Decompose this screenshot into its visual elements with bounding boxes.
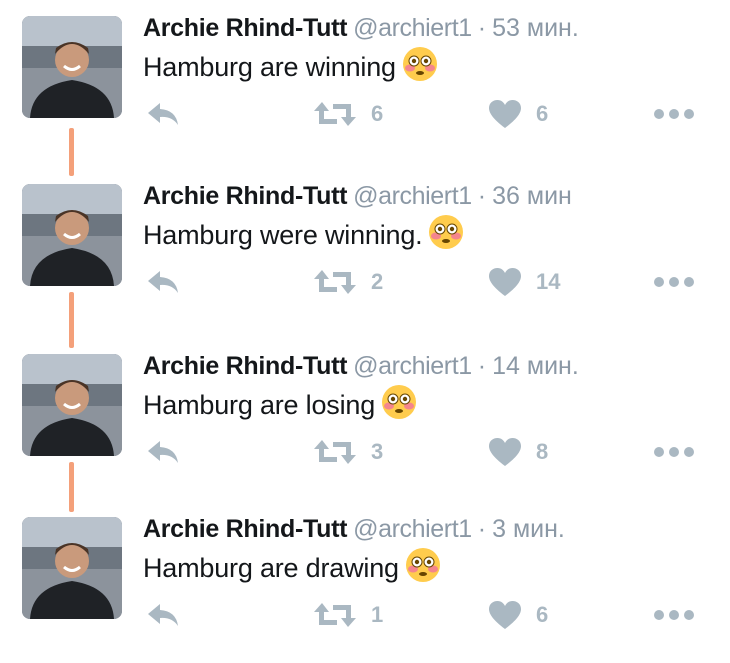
retweet-button[interactable]: 6 (313, 94, 383, 134)
tweet[interactable]: Archie Rhind-Tutt @archiert1 · 53 мин. Hamb… (0, 2, 730, 162)
retweet-button[interactable]: 3 (313, 432, 383, 472)
heart-icon (489, 601, 521, 629)
author-handle[interactable]: @archiert1 (353, 182, 472, 210)
like-button[interactable]: 14 (488, 262, 560, 302)
tweet-actions: 6 6 (0, 94, 730, 134)
tweet-header: Archie Rhind-Tutt @archiert1 · 36 мин (143, 180, 572, 212)
like-button[interactable]: 6 (488, 94, 548, 134)
retweet-count: 2 (371, 269, 384, 294)
more-button[interactable] (653, 94, 695, 134)
author-name[interactable]: Archie Rhind-Tutt (143, 515, 347, 543)
tweet[interactable]: Archie Rhind-Tutt @archiert1 · 36 мин Hambu… (0, 170, 730, 330)
tweet-header: Archie Rhind-Tutt @archiert1 · 53 мин. (143, 12, 579, 44)
like-count: 6 (536, 101, 549, 126)
more-icon (654, 277, 694, 287)
retweet-icon (314, 102, 356, 126)
reply-button[interactable] (146, 432, 180, 472)
tweet-text-content: Hamburg are losing (143, 390, 376, 420)
separator-dot: · (477, 515, 487, 543)
reply-button[interactable] (146, 94, 180, 134)
tweet[interactable]: Archie Rhind-Tutt @archiert1 · 3 мин. Hambu… (0, 503, 730, 663)
tweet-actions: 2 14 (0, 262, 730, 302)
flushed-face-icon (405, 548, 440, 582)
separator-dot: · (477, 182, 487, 210)
tweet-text-content: Hamburg are winning (143, 52, 396, 82)
reply-button[interactable] (146, 262, 180, 302)
reply-button[interactable] (146, 595, 180, 635)
reply-icon (148, 441, 178, 463)
tweet-actions: 1 6 (0, 595, 730, 635)
tweet-timestamp[interactable]: 36 мин (492, 182, 572, 210)
tweet-text: Hamburg were winning. (143, 214, 464, 253)
retweet-icon (314, 270, 356, 294)
tweet-header: Archie Rhind-Tutt @archiert1 · 3 мин. (143, 513, 565, 545)
author-name[interactable]: Archie Rhind-Tutt (143, 352, 347, 380)
like-count: 6 (536, 602, 549, 627)
like-button[interactable]: 6 (488, 595, 548, 635)
like-button[interactable]: 8 (488, 432, 548, 472)
more-button[interactable] (653, 595, 695, 635)
tweet-actions: 3 8 (0, 432, 730, 472)
more-icon (654, 109, 694, 119)
tweet-text: Hamburg are losing (143, 384, 417, 423)
tweet[interactable]: Archie Rhind-Tutt @archiert1 · 14 мин. Hamb… (0, 340, 730, 500)
tweet-text-content: Hamburg are drawing (143, 553, 399, 583)
separator-dot: · (477, 14, 487, 42)
more-button[interactable] (653, 432, 695, 472)
retweet-count: 6 (371, 101, 384, 126)
more-button[interactable] (653, 262, 695, 302)
more-icon (654, 447, 694, 457)
author-handle[interactable]: @archiert1 (353, 515, 472, 543)
retweet-button[interactable]: 1 (313, 595, 383, 635)
retweet-button[interactable]: 2 (313, 262, 383, 302)
retweet-icon (314, 603, 356, 627)
author-name[interactable]: Archie Rhind-Tutt (143, 14, 347, 42)
author-handle[interactable]: @archiert1 (353, 14, 472, 42)
tweet-timestamp[interactable]: 14 мин. (492, 352, 579, 380)
tweet-timestamp[interactable]: 53 мин. (492, 14, 579, 42)
reply-icon (148, 271, 178, 293)
heart-icon (489, 100, 521, 128)
retweet-count: 3 (371, 439, 384, 464)
heart-icon (489, 268, 521, 296)
more-icon (654, 610, 694, 620)
retweet-icon (314, 440, 356, 464)
tweet-timestamp[interactable]: 3 мин. (492, 515, 565, 543)
author-handle[interactable]: @archiert1 (353, 352, 472, 380)
tweet-text-content: Hamburg were winning. (143, 220, 423, 250)
like-count: 14 (536, 269, 561, 294)
reply-icon (148, 604, 178, 626)
like-count: 8 (536, 439, 549, 464)
tweet-text: Hamburg are drawing (143, 547, 441, 586)
separator-dot: · (477, 352, 487, 380)
tweet-text: Hamburg are winning (143, 46, 438, 85)
flushed-face-icon (402, 47, 437, 81)
tweet-thread: Archie Rhind-Tutt @archiert1 · 53 мин. Hamb… (0, 0, 730, 656)
flushed-face-icon (429, 215, 464, 249)
retweet-count: 1 (371, 602, 384, 627)
reply-icon (148, 103, 178, 125)
author-name[interactable]: Archie Rhind-Tutt (143, 182, 347, 210)
tweet-header: Archie Rhind-Tutt @archiert1 · 14 мин. (143, 350, 579, 382)
flushed-face-icon (382, 385, 417, 419)
heart-icon (489, 438, 521, 466)
